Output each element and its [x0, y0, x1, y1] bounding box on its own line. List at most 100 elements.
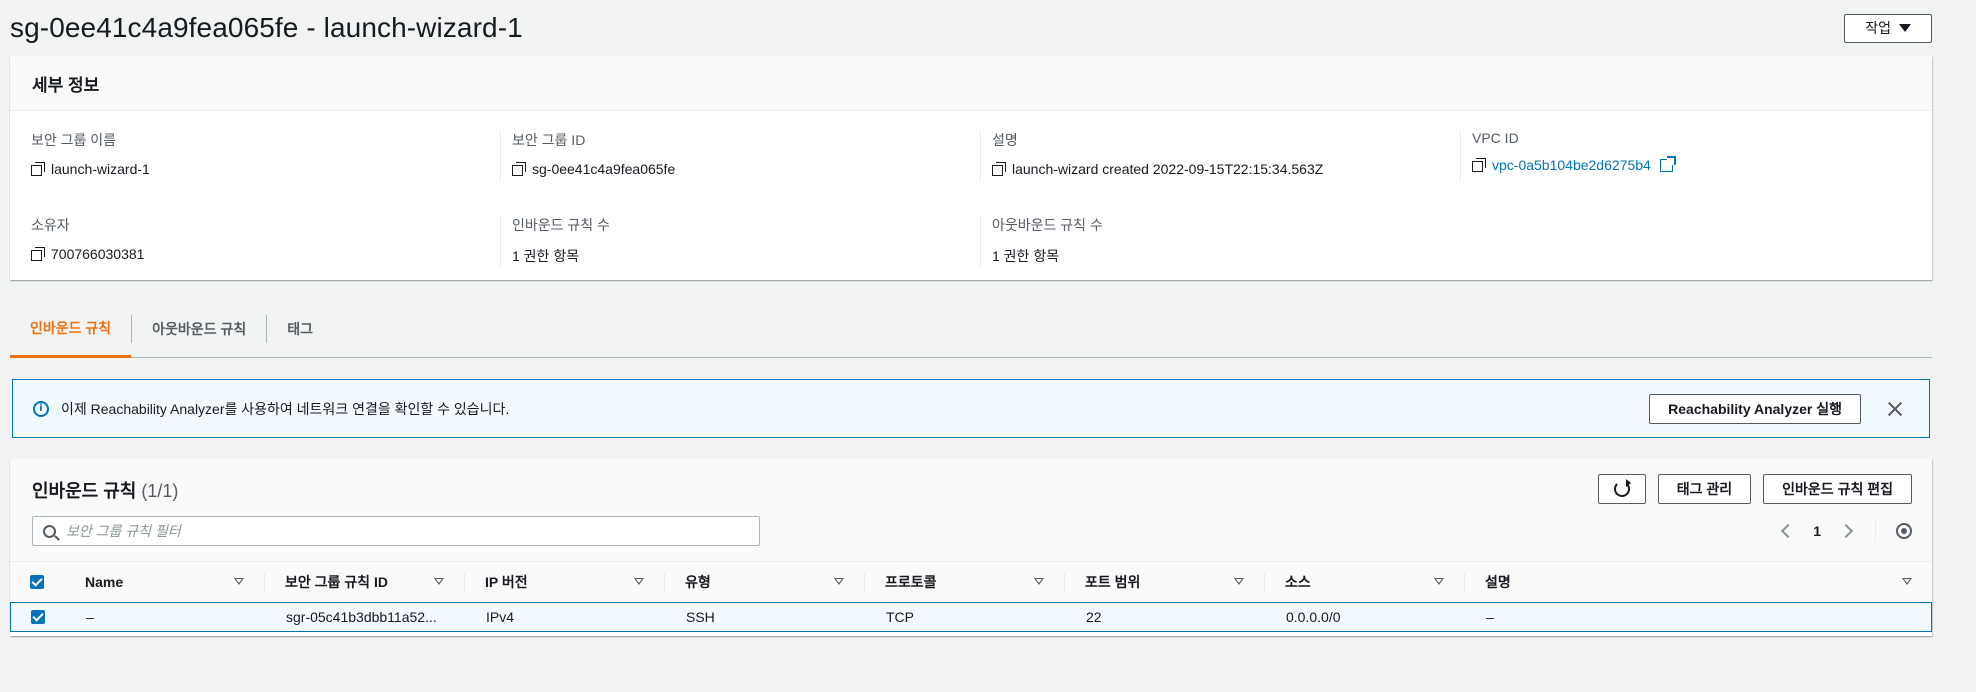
tab-bar: 인바운드 규칙 아웃바운드 규칙 태그	[10, 300, 1932, 358]
cell-source: 0.0.0.0/0	[1286, 609, 1341, 625]
rules-actions: 태그 관리 인바운드 규칙 편집	[1597, 474, 1912, 504]
detail-label: VPC ID	[1472, 130, 1519, 146]
caret-down-icon	[1899, 24, 1911, 32]
column-header-rule-id[interactable]: 보안 그룹 규칙 ID	[264, 561, 464, 603]
detail-description: 설명 launch-wizard created 2022-09-15T22:1…	[980, 130, 1462, 182]
inbound-rules-panel: 인바운드 규칙 (1/1) 태그 관리 인바운드 규칙 편집 1 Name 보안…	[10, 459, 1932, 636]
rules-header: 인바운드 규칙 (1/1) 태그 관리 인바운드 규칙 편집 1	[10, 459, 1932, 561]
cell-ip-version: IPv4	[486, 609, 515, 625]
detail-value: 1 권한 항목	[512, 248, 580, 264]
detail-label: 보안 그룹 ID	[512, 132, 586, 148]
column-label: 유형	[685, 574, 711, 590]
row-checkbox[interactable]	[31, 610, 45, 624]
tab-outbound-rules[interactable]: 아웃바운드 규칙	[132, 300, 266, 358]
tab-tags[interactable]: 태그	[267, 300, 333, 358]
column-header-protocol[interactable]: 프로토콜	[864, 561, 1064, 603]
table-row[interactable]: – sgr-05c41b3dbb11a52... IPv4 SSH TCP 22…	[10, 602, 1932, 632]
detail-value: launch-wizard-1	[51, 161, 150, 177]
copy-icon[interactable]	[1472, 158, 1486, 172]
sort-icon	[634, 578, 644, 585]
sort-icon	[1902, 578, 1912, 585]
cell-protocol: TCP	[886, 609, 914, 625]
column-label: 보안 그룹 규칙 ID	[285, 574, 388, 590]
select-all-cell	[10, 575, 64, 589]
cell-name: –	[86, 609, 94, 625]
manage-tags-button[interactable]: 태그 관리	[1657, 474, 1752, 504]
column-header-name[interactable]: Name	[64, 561, 264, 603]
pager-divider	[1875, 519, 1876, 543]
rules-filter-input[interactable]	[66, 523, 759, 539]
detail-value: 700766030381	[51, 246, 145, 262]
column-label: 설명	[1485, 574, 1511, 590]
rules-title: 인바운드 규칙 (1/1)	[32, 477, 178, 503]
column-header-port-range[interactable]: 포트 범위	[1064, 561, 1264, 603]
copy-icon[interactable]	[512, 162, 526, 176]
detail-inbound-count: 인바운드 규칙 수 1 권한 항목	[500, 215, 982, 267]
detail-sg-name: 보안 그룹 이름 launch-wizard-1	[31, 130, 501, 177]
cell-rule-id: sgr-05c41b3dbb11a52...	[286, 609, 437, 625]
sort-icon	[834, 578, 844, 585]
column-header-source[interactable]: 소스	[1264, 561, 1464, 603]
actions-label: 작업	[1865, 20, 1891, 36]
detail-label: 보안 그룹 이름	[31, 132, 117, 148]
tab-inbound-rules[interactable]: 인바운드 규칙	[10, 300, 132, 358]
page-number[interactable]: 1	[1813, 523, 1821, 539]
info-alert: i 이제 Reachability Analyzer를 사용하여 네트워크 연결…	[12, 379, 1930, 438]
sort-icon	[1434, 578, 1444, 585]
rules-title-text: 인바운드 규칙	[32, 481, 137, 501]
details-grid: 보안 그룹 이름 launch-wizard-1 보안 그룹 ID sg-0ee…	[10, 111, 1932, 280]
detail-sg-id: 보안 그룹 ID sg-0ee41c4a9fea065fe	[500, 130, 982, 182]
detail-owner: 소유자 700766030381	[31, 215, 501, 262]
row-select-cell	[11, 610, 65, 624]
gear-icon[interactable]	[1896, 523, 1912, 539]
copy-icon[interactable]	[992, 162, 1006, 176]
sort-icon	[1234, 578, 1244, 585]
chevron-right-icon[interactable]	[1838, 523, 1854, 539]
close-icon[interactable]	[1881, 395, 1909, 423]
refresh-icon	[1613, 479, 1631, 497]
cell-port-range: 22	[1086, 609, 1102, 625]
edit-inbound-rules-button[interactable]: 인바운드 규칙 편집	[1763, 474, 1912, 504]
page-header: sg-0ee41c4a9fea065fe - launch-wizard-1 작…	[10, 6, 1932, 50]
cell-type: SSH	[686, 609, 715, 625]
vpc-id-link[interactable]: vpc-0a5b104be2d6275b4	[1492, 157, 1651, 173]
search-box	[32, 516, 760, 546]
copy-icon[interactable]	[31, 162, 45, 176]
details-heading: 세부 정보	[10, 56, 1932, 111]
column-label: Name	[85, 574, 124, 590]
detail-value: 1 권한 항목	[992, 248, 1060, 264]
sort-icon	[434, 578, 444, 585]
search-icon	[43, 524, 56, 538]
column-label: 소스	[1285, 574, 1311, 590]
copy-icon[interactable]	[31, 247, 45, 261]
page-title: sg-0ee41c4a9fea065fe - launch-wizard-1	[10, 12, 523, 43]
reachability-analyzer-button[interactable]: Reachability Analyzer 실행	[1649, 393, 1861, 424]
detail-label: 아웃바운드 규칙 수	[992, 217, 1103, 233]
column-header-type[interactable]: 유형	[664, 561, 864, 603]
detail-label: 인바운드 규칙 수	[512, 217, 610, 233]
detail-label: 소유자	[31, 217, 70, 233]
cell-description: –	[1486, 609, 1494, 625]
rules-count: (1/1)	[141, 481, 179, 501]
refresh-button[interactable]	[1597, 474, 1646, 504]
column-label: 포트 범위	[1085, 574, 1141, 590]
detail-value: sg-0ee41c4a9fea065fe	[532, 161, 676, 177]
column-label: IP 버전	[485, 574, 528, 590]
sort-icon	[1034, 578, 1044, 585]
rules-table: Name 보안 그룹 규칙 ID IP 버전 유형 프로토콜 포트 범위 소스 …	[10, 561, 1932, 632]
select-all-checkbox[interactable]	[30, 575, 44, 589]
alert-text: 이제 Reachability Analyzer를 사용하여 네트워크 연결을 …	[61, 400, 510, 417]
column-label: 프로토콜	[885, 574, 937, 590]
column-header-description[interactable]: 설명	[1464, 561, 1932, 603]
detail-value: launch-wizard created 2022-09-15T22:15:3…	[1012, 161, 1324, 177]
external-link-icon	[1659, 155, 1676, 172]
column-header-ip-version[interactable]: IP 버전	[464, 561, 664, 603]
detail-outbound-count: 아웃바운드 규칙 수 1 권한 항목	[980, 215, 1462, 267]
details-panel: 세부 정보 보안 그룹 이름 launch-wizard-1 보안 그룹 ID …	[10, 56, 1932, 280]
chevron-left-icon[interactable]	[1781, 523, 1796, 539]
actions-dropdown-button[interactable]: 작업	[1844, 13, 1932, 43]
pagination: 1	[1781, 519, 1912, 543]
detail-label: 설명	[992, 132, 1018, 148]
detail-vpc-id: VPC ID vpc-0a5b104be2d6275b4	[1460, 130, 1942, 182]
table-header: Name 보안 그룹 규칙 ID IP 버전 유형 프로토콜 포트 범위 소스 …	[10, 561, 1932, 603]
